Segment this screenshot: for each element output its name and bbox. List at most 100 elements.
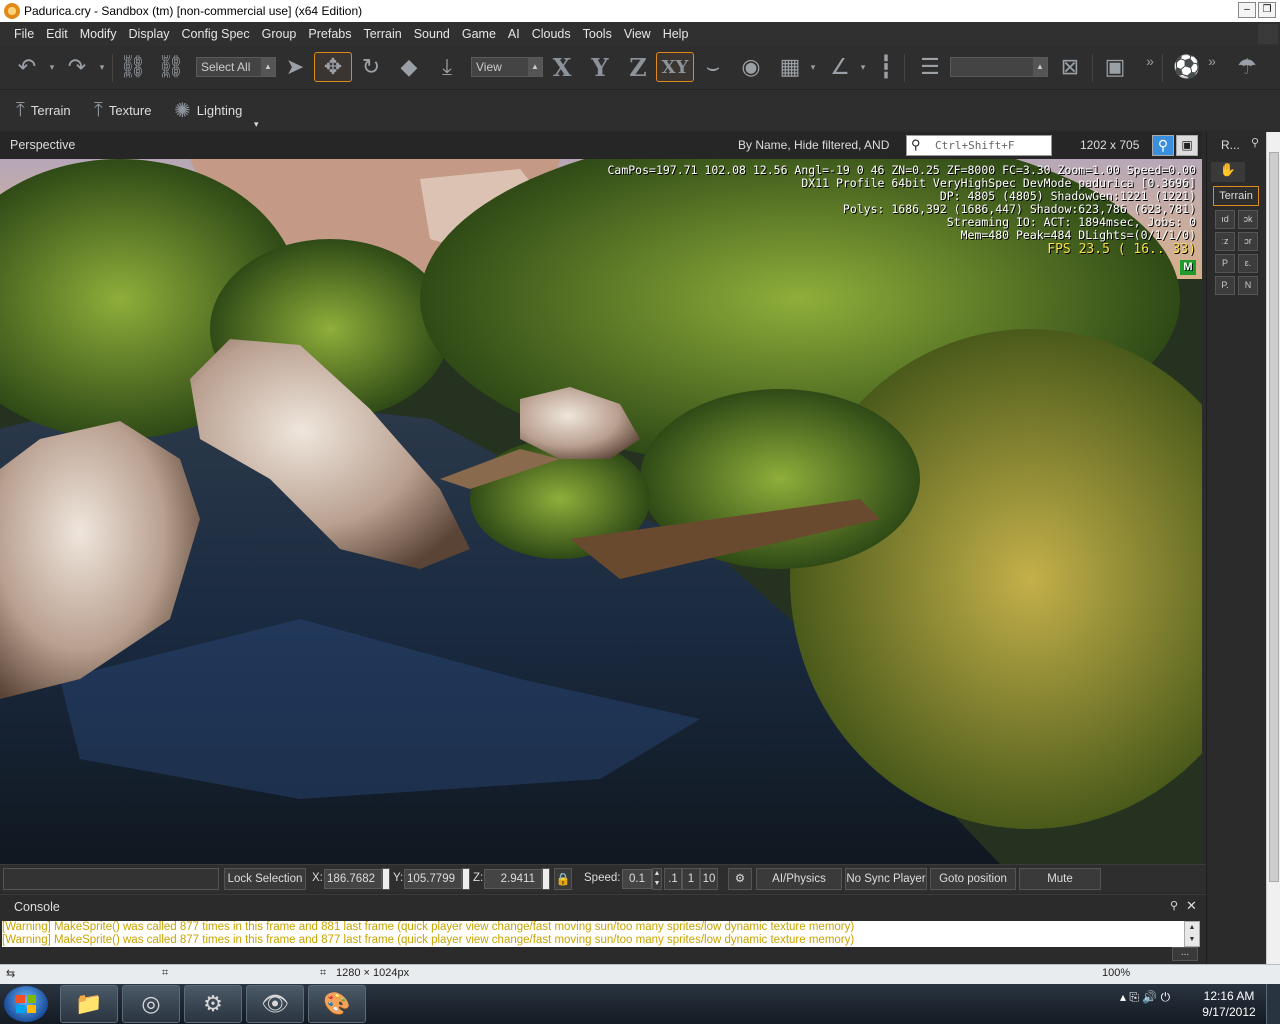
menu-tools[interactable]: Tools — [577, 22, 618, 46]
overflow-icon[interactable]: » — [1202, 46, 1222, 76]
no-sync-player-button[interactable]: No Sync Player — [845, 868, 927, 890]
grid-dropdown-icon[interactable]: ▾ — [807, 52, 819, 82]
axis-x-button[interactable]: X — [548, 52, 576, 82]
z-spin[interactable] — [542, 868, 550, 890]
x-coordinate-input[interactable]: 186.7682 — [324, 869, 382, 889]
terrain-tool-button[interactable]: ɔr — [1238, 232, 1258, 251]
terrain-tool-button[interactable]: P — [1215, 254, 1235, 273]
menu-terrain[interactable]: Terrain — [357, 22, 407, 46]
ai-physics-button[interactable]: AI/Physics — [756, 868, 842, 890]
goto-position-button[interactable]: Goto position — [930, 868, 1016, 890]
power-icon[interactable]: ⏻ — [1161, 990, 1171, 1004]
axis-z-button[interactable]: Z — [624, 52, 652, 82]
chrome-taskbar-icon[interactable]: ◎ — [122, 985, 180, 1023]
terrain-snap-icon[interactable]: ⌣ — [698, 52, 728, 82]
menu-group[interactable]: Group — [256, 22, 303, 46]
camera-icon[interactable]: ◉ — [734, 52, 768, 82]
select-arrow-icon[interactable]: ➤ — [280, 52, 310, 82]
terrain-tool-button[interactable]: P. — [1215, 276, 1235, 295]
link-icon[interactable]: ⛓ — [116, 52, 150, 82]
lighting-button[interactable]: ✺ Lighting — [174, 96, 242, 124]
move-tool-icon[interactable]: ✥ — [314, 52, 352, 82]
sandbox-taskbar-icon[interactable]: 👁 — [246, 985, 304, 1023]
scale-tool-icon[interactable]: ◆ — [392, 52, 426, 82]
lock-selection-button[interactable]: Lock Selection — [224, 868, 306, 890]
help-corner-icon[interactable] — [1258, 24, 1278, 44]
selection-filter-dropdown[interactable]: Select All ▲ — [196, 57, 276, 77]
speed-input[interactable]: 0.1 — [622, 869, 652, 889]
speed-spinner-icon[interactable]: ▲ ▼ — [652, 868, 662, 890]
tab-terrain[interactable]: Terrain — [1213, 186, 1259, 206]
menu-clouds[interactable]: Clouds — [526, 22, 577, 46]
viewport-maximize-icon[interactable]: ▣ — [1176, 135, 1198, 156]
layer-dropdown[interactable]: ▲ — [950, 57, 1048, 77]
grid-icon[interactable]: ▦ — [774, 52, 806, 82]
volume-icon[interactable]: 🔊 — [1142, 990, 1157, 1004]
layer-list-icon[interactable]: ☰ — [914, 52, 946, 82]
tray-arrow-icon[interactable]: ▴ — [1120, 990, 1126, 1004]
menu-prefabs[interactable]: Prefabs — [302, 22, 357, 46]
angle-snap-icon[interactable]: ∠ — [824, 52, 856, 82]
menu-modify[interactable]: Modify — [74, 22, 123, 46]
menu-game[interactable]: Game — [456, 22, 502, 46]
explorer-taskbar-icon[interactable]: 📁 — [60, 985, 118, 1023]
console-input[interactable] — [2, 949, 1170, 961]
scrollbar-thumb[interactable] — [1269, 152, 1279, 882]
menu-help[interactable]: Help — [657, 22, 695, 46]
y-spin[interactable] — [462, 868, 470, 890]
menu-file[interactable]: File — [8, 22, 40, 46]
terrain-tool-button[interactable]: ıd — [1215, 210, 1235, 229]
redo-icon[interactable]: ↷ — [60, 52, 94, 82]
show-desktop-button[interactable] — [1266, 984, 1280, 1024]
viewport-pin-icon[interactable]: ⚲ — [1152, 135, 1174, 156]
viewport-name[interactable]: Perspective — [10, 138, 75, 152]
minimize-button[interactable]: – — [1238, 2, 1256, 18]
speed-preset-1[interactable]: 1 — [682, 868, 700, 890]
save-icon[interactable]: ▣ — [1098, 52, 1132, 82]
restore-button[interactable]: ❐ — [1258, 2, 1276, 18]
menu-view[interactable]: View — [618, 22, 657, 46]
reference-coord-dropdown[interactable]: View ▲ — [471, 57, 543, 77]
overflow-icon[interactable]: » — [1140, 46, 1160, 76]
menu-ai[interactable]: AI — [502, 22, 526, 46]
steam-taskbar-icon[interactable]: ⚙ — [184, 985, 242, 1023]
search-filter-label[interactable]: By Name, Hide filtered, AND — [738, 138, 889, 152]
hand-tool-icon[interactable]: ✋ — [1211, 162, 1245, 182]
redo-dropdown-icon[interactable]: ▾ — [96, 52, 108, 82]
start-button[interactable] — [4, 986, 48, 1022]
unlink-icon[interactable]: ⛓ — [154, 52, 188, 82]
console-scrollbar[interactable]: ▲ ▼ — [1184, 921, 1200, 947]
terrain-tool-button[interactable]: N — [1238, 276, 1258, 295]
x-spin[interactable] — [382, 868, 390, 890]
undo-icon[interactable]: ↶ — [10, 52, 44, 82]
menu-edit[interactable]: Edit — [40, 22, 74, 46]
ai-physics-icon[interactable]: ⚙ — [728, 868, 752, 890]
axis-y-button[interactable]: Y — [586, 52, 614, 82]
menu-sound[interactable]: Sound — [408, 22, 456, 46]
paint-taskbar-icon[interactable]: 🎨 — [308, 985, 366, 1023]
taskbar-clock[interactable]: 12:16 AM 9/17/2012 — [1196, 988, 1262, 1020]
console-more-button[interactable]: ... — [1172, 947, 1198, 961]
texture-button[interactable]: ⤒ Texture — [94, 96, 151, 124]
rotate-tool-icon[interactable]: ↻ — [354, 52, 388, 82]
pin-icon[interactable]: ⚲ — [1170, 899, 1178, 912]
terrain-tool-button[interactable]: ːz — [1215, 232, 1235, 251]
mute-button[interactable]: Mute — [1019, 868, 1101, 890]
pin-icon[interactable]: ⚲ — [1251, 136, 1259, 149]
physics-ball-icon[interactable]: ⚽ — [1170, 52, 1204, 82]
terrain-button[interactable]: ⤒ Terrain — [16, 96, 71, 124]
perspective-viewport[interactable]: CamPos=197.71 102.08 12.56 Angl=-19 0 46… — [0, 159, 1202, 864]
network-icon[interactable]: ⎘ — [1129, 990, 1139, 1004]
clear-layer-icon[interactable]: ⊠ — [1054, 52, 1086, 82]
terrain-tool-button[interactable]: ɛ. — [1238, 254, 1258, 273]
speed-preset-0-1[interactable]: .1 — [664, 868, 682, 890]
drop-to-terrain-icon[interactable]: ⤓ — [430, 52, 464, 82]
object-search-input[interactable]: ⚲ Ctrl+Shift+F — [906, 135, 1052, 156]
menu-config-spec[interactable]: Config Spec — [176, 22, 256, 46]
ruler-icon[interactable]: ┇ — [876, 52, 896, 82]
z-coordinate-input[interactable]: 2.9411 — [484, 869, 542, 889]
axis-xy-button[interactable]: XY — [656, 52, 694, 82]
menu-display[interactable]: Display — [123, 22, 176, 46]
terrain-tool-button[interactable]: ɔk — [1238, 210, 1258, 229]
lock-icon[interactable]: 🔒 — [554, 868, 572, 890]
